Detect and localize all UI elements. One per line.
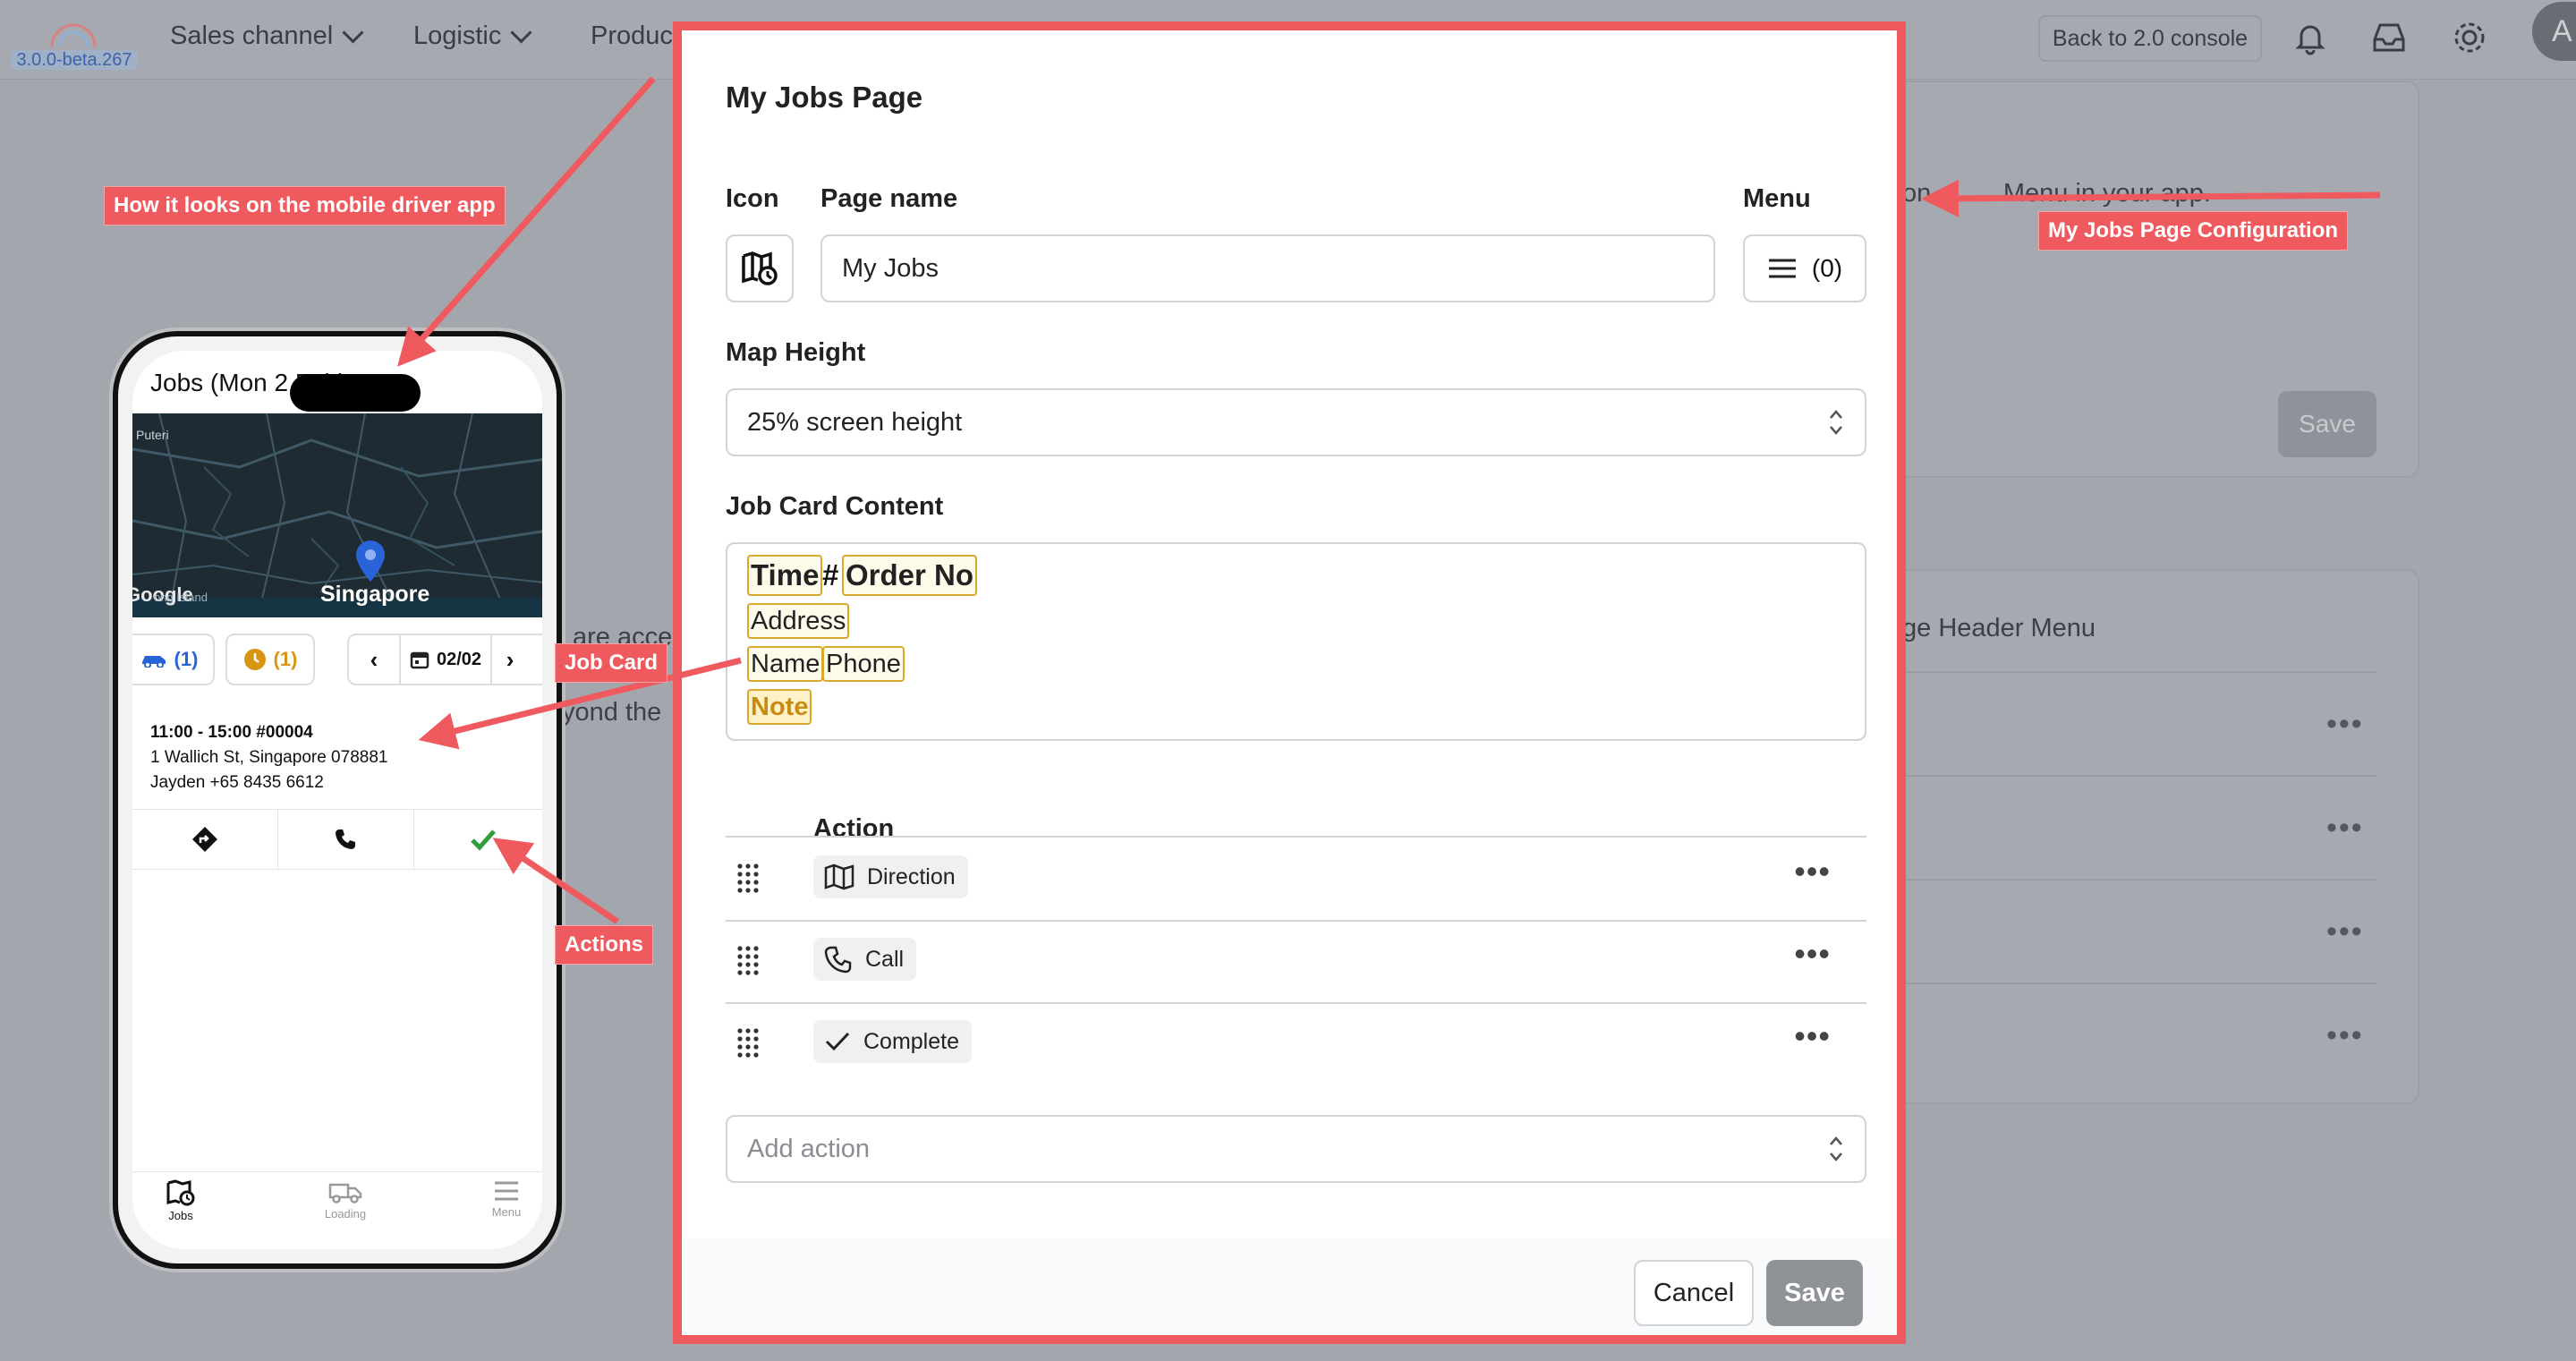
arrow-to-config — [1921, 179, 2381, 217]
annotation-job-card: Job Card — [555, 643, 668, 683]
annotation-mobile-app: How it looks on the mobile driver app — [104, 186, 506, 225]
annotation-config: My Jobs Page Configuration — [2038, 211, 2349, 251]
annotation-actions: Actions — [555, 925, 654, 965]
arrow-to-actions — [492, 838, 619, 924]
